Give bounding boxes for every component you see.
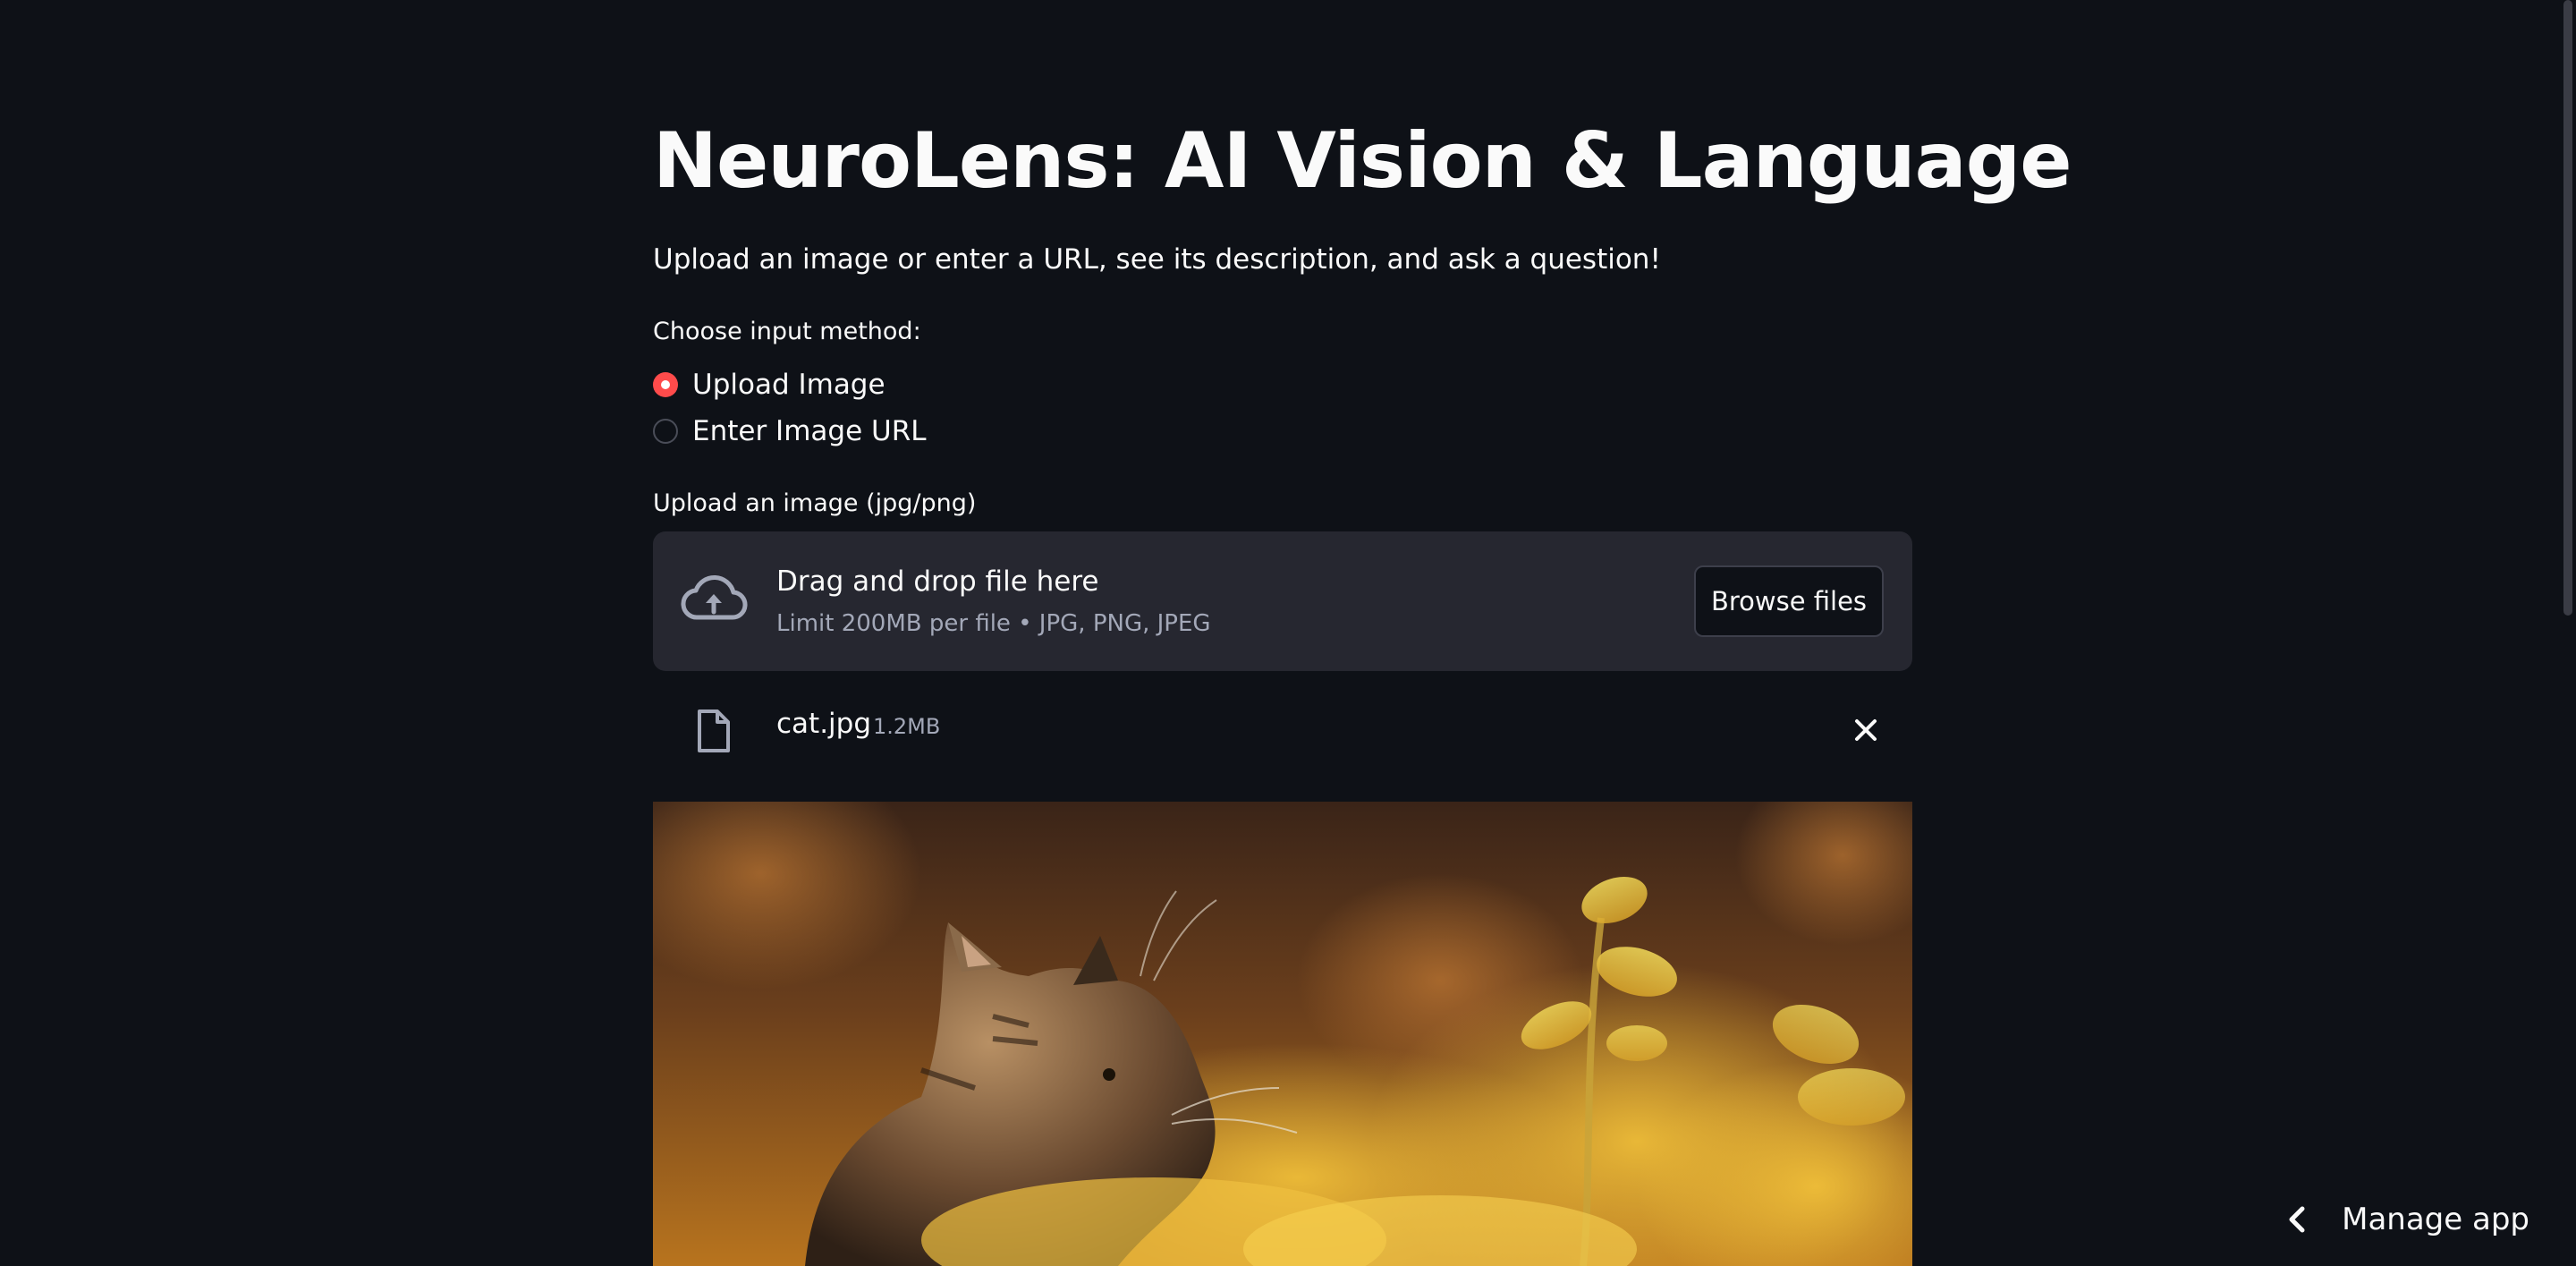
- cloud-upload-icon: [681, 574, 748, 620]
- dropzone-title: Drag and drop file here: [776, 565, 1099, 598]
- close-icon[interactable]: [1848, 712, 1884, 748]
- file-icon: [698, 709, 730, 752]
- radio-button-unchecked[interactable]: [653, 419, 678, 444]
- browse-files-button[interactable]: Browse files: [1694, 565, 1884, 637]
- dropzone-limit-text: Limit 200MB per file • JPG, PNG, JPEG: [776, 610, 1211, 637]
- manage-app-button[interactable]: Manage app: [2284, 1194, 2529, 1245]
- scrollbar-thumb[interactable]: [2563, 0, 2572, 616]
- radio-option-label: Upload Image: [692, 369, 886, 401]
- preview-image: [653, 802, 1912, 1266]
- radio-option-label: Enter Image URL: [692, 415, 927, 447]
- radio-enter-image-url[interactable]: Enter Image URL: [653, 411, 927, 452]
- radio-button-checked[interactable]: [653, 372, 678, 397]
- app-page: NeuroLens: AI Vision & Language Upload a…: [0, 0, 2576, 1266]
- page-title: NeuroLens: AI Vision & Language: [653, 116, 2072, 206]
- scrollbar[interactable]: [2562, 0, 2576, 1266]
- uploader-label: Upload an image (jpg/png): [653, 489, 977, 517]
- page-subtitle: Upload an image or enter a URL, see its …: [653, 243, 1661, 276]
- manage-app-label: Manage app: [2342, 1202, 2529, 1237]
- file-dropzone[interactable]: Drag and drop file here Limit 200MB per …: [653, 531, 1912, 671]
- input-method-label: Choose input method:: [653, 318, 921, 345]
- radio-upload-image[interactable]: Upload Image: [653, 364, 886, 405]
- chevron-left-icon: [2289, 1206, 2305, 1233]
- uploaded-file-row: cat.jpg 1.2MB: [653, 691, 1912, 768]
- file-name: cat.jpg: [776, 708, 872, 740]
- cat-photo-image: [653, 802, 1912, 1266]
- file-size: 1.2MB: [873, 714, 941, 739]
